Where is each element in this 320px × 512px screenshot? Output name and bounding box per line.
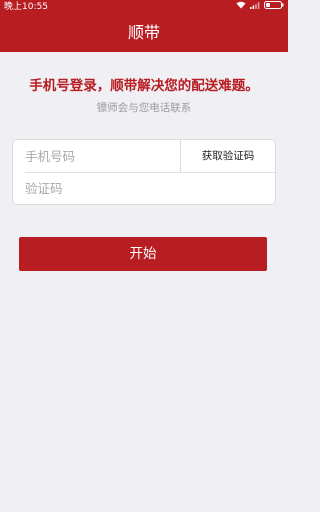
status-bar: 晚上10:55 <box>0 0 288 14</box>
status-icons <box>236 0 284 14</box>
intro-subline: 镖师会与您电话联系 <box>96 102 192 114</box>
login-form-card: 获取验证码 <box>12 139 276 205</box>
page-title: 顺带 <box>127 23 160 42</box>
title-bar: 顺带 <box>0 14 288 52</box>
status-time: 晚上10:55 <box>4 2 48 12</box>
wifi-icon <box>236 0 246 14</box>
start-button[interactable]: 开始 <box>19 237 267 271</box>
phone-row: 获取验证码 <box>13 140 275 172</box>
phone-number-input[interactable] <box>25 140 175 172</box>
battery-icon <box>264 0 284 14</box>
get-verification-code-button[interactable]: 获取验证码 <box>181 140 275 172</box>
signal-icon <box>250 0 260 14</box>
verification-code-input[interactable] <box>25 173 255 203</box>
intro-headline: 手机号登录，顺带解决您的配送难题。 <box>29 78 259 94</box>
